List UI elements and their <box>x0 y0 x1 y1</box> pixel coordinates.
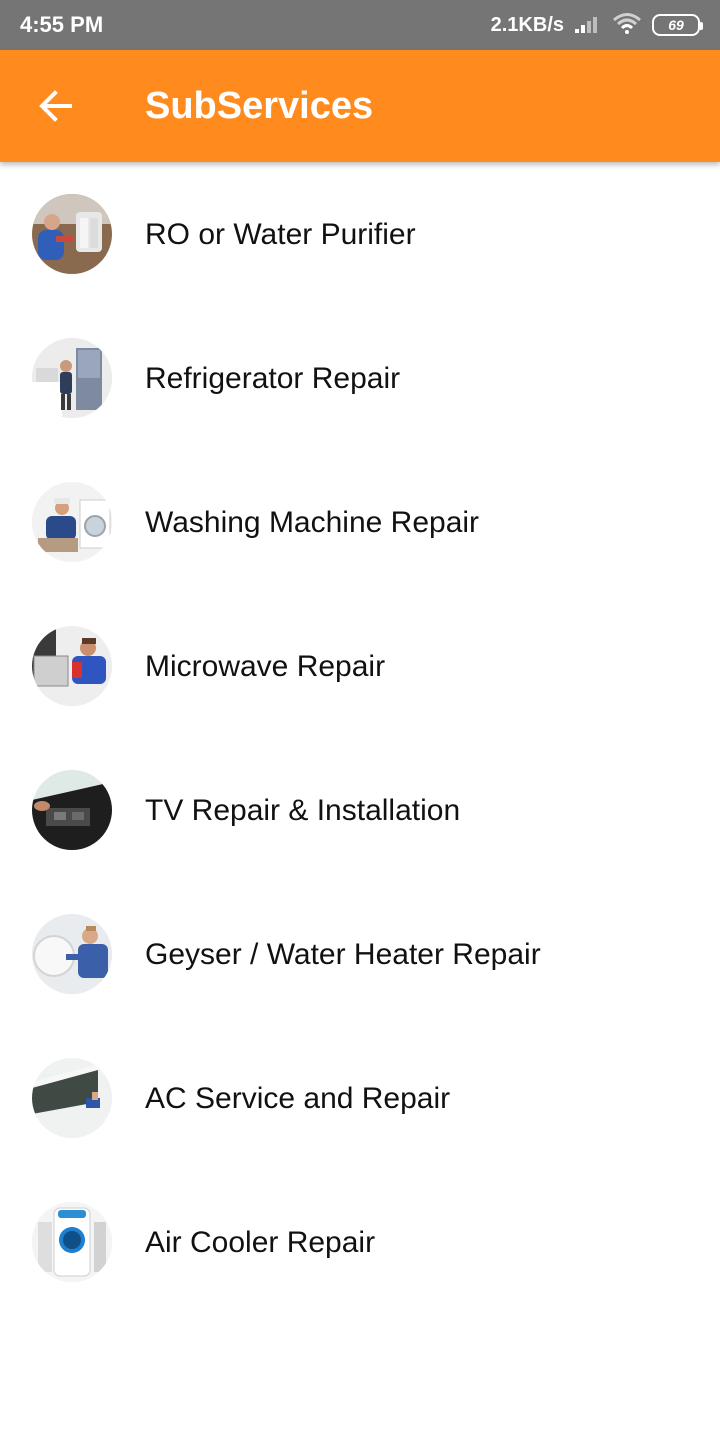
service-list: RO or Water Purifier Refrigerator Repair <box>0 162 720 1314</box>
microwave-technician-image <box>32 626 112 706</box>
network-speed: 2.1KB/s <box>490 13 564 36</box>
service-label: Air Cooler Repair <box>145 1226 376 1259</box>
arrow-left-icon <box>38 88 74 129</box>
geyser-technician-image <box>32 914 112 994</box>
service-item-air-cooler[interactable]: Air Cooler Repair <box>0 1170 720 1314</box>
refrigerator-technician-image <box>32 338 112 418</box>
service-label: RO or Water Purifier <box>145 218 416 251</box>
signal-icon <box>574 12 602 39</box>
service-item-washing-machine[interactable]: Washing Machine Repair <box>0 450 720 594</box>
service-item-ac[interactable]: AC Service and Repair <box>0 1026 720 1170</box>
battery-level: 69 <box>668 17 684 33</box>
service-item-microwave[interactable]: Microwave Repair <box>0 594 720 738</box>
back-button[interactable] <box>28 80 84 136</box>
washing-machine-technician-image <box>32 482 112 562</box>
service-label: Microwave Repair <box>145 650 386 683</box>
service-label: AC Service and Repair <box>145 1082 451 1115</box>
status-time: 4:55 PM <box>20 12 104 37</box>
status-indicators: 2.1KB/s 69 <box>490 11 703 40</box>
status-bar: 4:55 PM 2.1KB/s 69 <box>0 0 720 50</box>
service-item-tv[interactable]: TV Repair & Installation <box>0 738 720 882</box>
service-label: TV Repair & Installation <box>145 794 461 827</box>
ac-technician-image <box>32 1058 112 1138</box>
service-label: Washing Machine Repair <box>145 506 480 539</box>
service-item-refrigerator[interactable]: Refrigerator Repair <box>0 306 720 450</box>
service-label: Refrigerator Repair <box>145 362 401 395</box>
service-label: Geyser / Water Heater Repair <box>145 938 541 971</box>
service-item-ro-purifier[interactable]: RO or Water Purifier <box>0 162 720 306</box>
tv-repair-image <box>32 770 112 850</box>
service-item-geyser[interactable]: Geyser / Water Heater Repair <box>0 882 720 1026</box>
wifi-icon <box>612 11 642 40</box>
air-cooler-image <box>32 1202 112 1282</box>
app-bar: SubServices <box>0 50 720 162</box>
ro-purifier-technician-image <box>32 194 112 274</box>
page-title: SubServices <box>145 85 374 127</box>
battery-icon: 69 <box>652 14 703 36</box>
